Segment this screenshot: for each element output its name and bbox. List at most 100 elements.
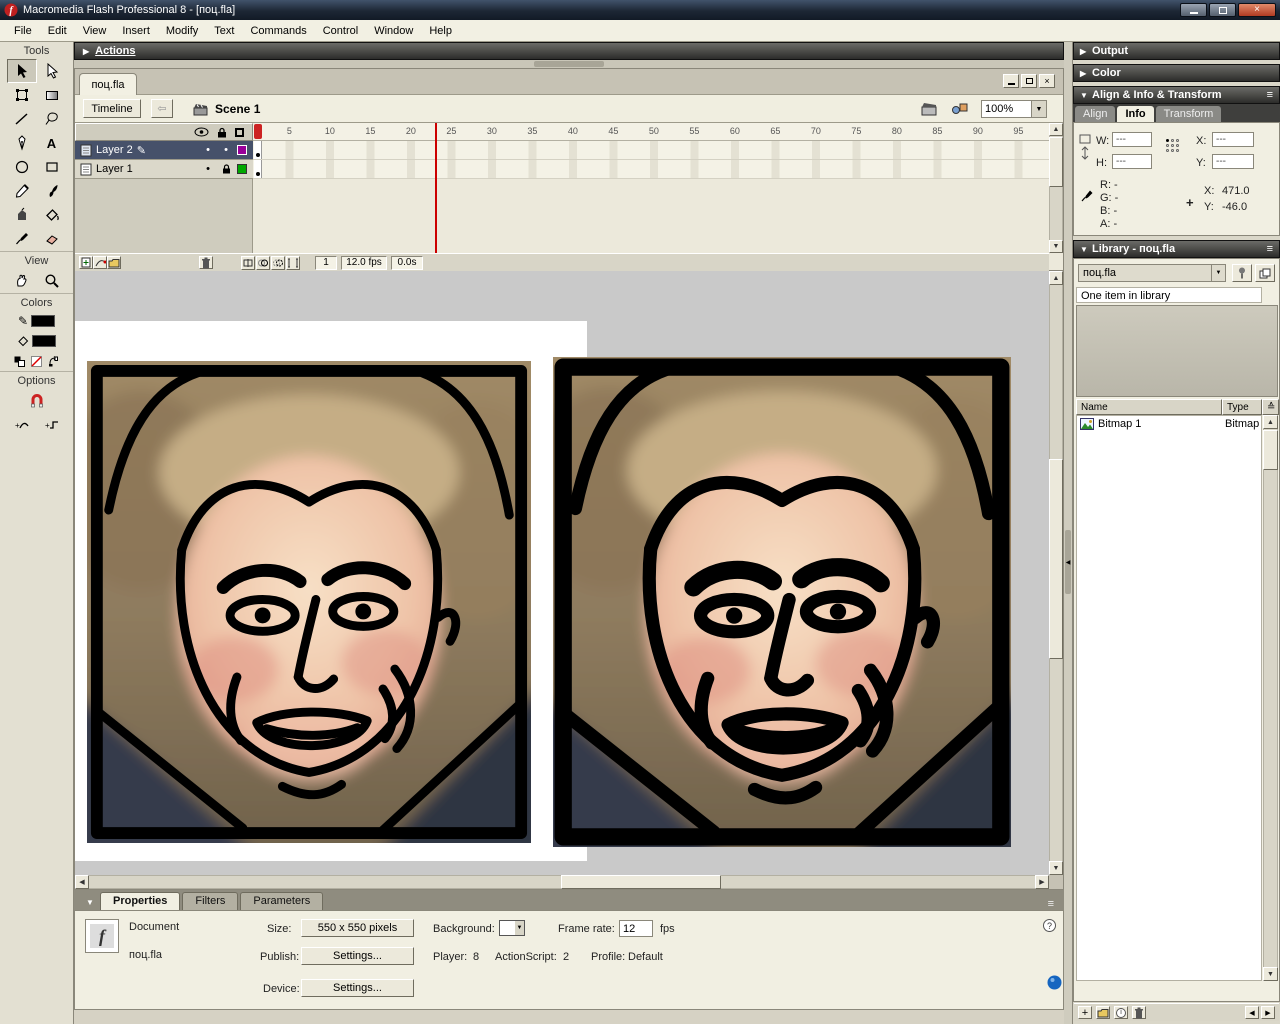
paint-bucket-tool[interactable] [37,203,67,227]
item-properties-button[interactable]: i [1114,1006,1128,1019]
menu-text[interactable]: Text [206,22,242,40]
line-tool[interactable] [7,107,37,131]
menu-commands[interactable]: Commands [242,22,314,40]
document-tab[interactable]: поц.fla [79,73,137,95]
pencil-tool[interactable] [7,179,37,203]
back-button[interactable]: ⇦ [151,99,173,118]
no-color-button[interactable] [30,355,44,368]
smooth-option[interactable]: + [7,413,37,437]
lock-all-layers-icon[interactable] [217,127,227,138]
tab-filters[interactable]: Filters [182,892,238,910]
output-panel-header[interactable]: ▶ Output [1073,42,1280,60]
library-item-name[interactable]: Bitmap 1 [1098,418,1141,430]
brush-tool[interactable] [37,179,67,203]
layer-row-1[interactable]: Layer 1 • [75,160,253,179]
timeline-scroll-down-icon[interactable]: ▼ [1049,240,1063,253]
doc-restore-button[interactable] [1021,74,1037,88]
maximize-button[interactable] [1209,3,1236,17]
publish-settings-button[interactable]: Settings... [301,947,414,965]
keyframe-cell[interactable] [254,160,262,178]
show-hide-all-layers-icon[interactable] [194,127,209,137]
properties-menu-icon[interactable]: ≡ [1048,898,1054,910]
gripper-handle[interactable] [534,61,604,67]
library-scroll-thumb[interactable] [1263,430,1278,470]
timeline-v-scroll-thumb[interactable] [1049,137,1063,187]
insert-layer-button[interactable] [79,256,93,269]
layer-1-frames[interactable] [253,160,1049,179]
registration-point-grid[interactable] [1166,139,1181,154]
insert-layer-folder-button[interactable] [107,256,121,269]
menu-insert[interactable]: Insert [114,22,158,40]
size-button[interactable]: 550 x 550 pixels [301,919,414,937]
library-scroll-down-icon[interactable]: ▼ [1263,967,1278,981]
oval-tool[interactable] [7,155,37,179]
new-symbol-button[interactable]: + [1078,1006,1092,1019]
onion-skin-button[interactable] [256,256,270,270]
flash-player-icon[interactable] [1047,975,1062,990]
panel-menu-icon[interactable]: ≡ [1267,243,1273,255]
tab-properties[interactable]: Properties [100,892,180,910]
delete-item-button[interactable] [1132,1006,1146,1019]
menu-edit[interactable]: Edit [40,22,75,40]
doc-minimize-button[interactable] [1003,74,1019,88]
canvas-h-scroll-thumb[interactable] [561,875,721,889]
tab-transform[interactable]: Transform [1156,106,1222,122]
rectangle-tool[interactable] [37,155,67,179]
text-tool[interactable]: A [37,131,67,155]
canvas-scroll-left-icon[interactable]: ◀ [75,875,89,889]
lasso-tool[interactable] [37,107,67,131]
library-column-name[interactable]: Name [1076,399,1222,415]
new-folder-button[interactable] [1096,1006,1110,1019]
edit-multiple-frames-button[interactable] [286,256,300,270]
panel-collapse-gripper[interactable]: ◀ [1064,42,1072,1024]
layer-2-frames[interactable] [253,141,1049,160]
face-drawing-left[interactable] [87,361,531,843]
zoom-dropdown-icon[interactable]: ▼ [1031,101,1046,117]
outline-all-layers-icon[interactable] [235,128,244,137]
fill-color-swatch[interactable] [32,335,56,347]
keyframe-cell[interactable] [254,141,262,159]
straighten-option[interactable]: + [37,413,67,437]
background-color-well[interactable]: ▼ [499,920,525,936]
eyedropper-tool[interactable] [7,227,37,251]
library-sort-toggle-icon[interactable]: ≙ [1262,399,1279,415]
default-colors-button[interactable] [13,355,27,368]
x-field[interactable]: --- [1212,132,1254,147]
panel-menu-icon[interactable]: ≡ [1267,89,1273,101]
align-info-transform-header[interactable]: ▼ Align & Info & Transform ≡ [1073,86,1280,104]
timeline-scroll-up-icon[interactable]: ▲ [1049,123,1063,136]
layer-lock-dot[interactable]: • [219,144,233,156]
zoom-tool[interactable] [37,269,67,293]
edit-scene-icon[interactable] [921,101,939,116]
new-library-window-button[interactable] [1255,264,1275,282]
menu-control[interactable]: Control [315,22,366,40]
actions-panel-header[interactable]: ▶ Actions [74,42,1064,60]
tab-info[interactable]: Info [1117,106,1153,122]
layer-name[interactable]: Layer 2 [96,144,133,156]
library-scroll-up-icon[interactable]: ▲ [1263,415,1278,429]
gradient-transform-tool[interactable] [37,83,67,107]
layer-row-2[interactable]: Layer 2 ✎ • • [75,141,253,160]
edit-symbol-icon[interactable] [951,101,969,116]
canvas-pasteboard[interactable] [75,271,1049,875]
canvas-v-scroll-thumb[interactable] [1049,459,1063,659]
doc-close-button[interactable]: × [1039,74,1055,88]
pen-tool[interactable] [7,131,37,155]
add-motion-guide-button[interactable] [93,256,107,269]
library-panel-header[interactable]: ▼ Library - поц.fla ≡ [1073,240,1280,258]
ink-bottle-tool[interactable] [7,203,37,227]
minimize-button[interactable] [1180,3,1207,17]
free-transform-tool[interactable] [7,83,37,107]
menu-file[interactable]: File [6,22,40,40]
library-scrollbar[interactable] [1263,415,1278,981]
collapse-left-icon[interactable]: ◀ [1065,530,1071,594]
eraser-tool[interactable] [37,227,67,251]
library-item-list[interactable]: Bitmap 1 Bitmap [1076,415,1262,981]
close-button[interactable]: × [1238,3,1276,17]
layer-visibility-dot[interactable]: • [201,144,215,156]
canvas-scroll-right-icon[interactable]: ▶ [1035,875,1049,889]
face-drawing-right[interactable] [553,357,1011,847]
y-field[interactable]: --- [1212,154,1254,169]
layer-visibility-dot[interactable]: • [201,163,215,175]
library-column-type[interactable]: Type [1222,399,1262,415]
